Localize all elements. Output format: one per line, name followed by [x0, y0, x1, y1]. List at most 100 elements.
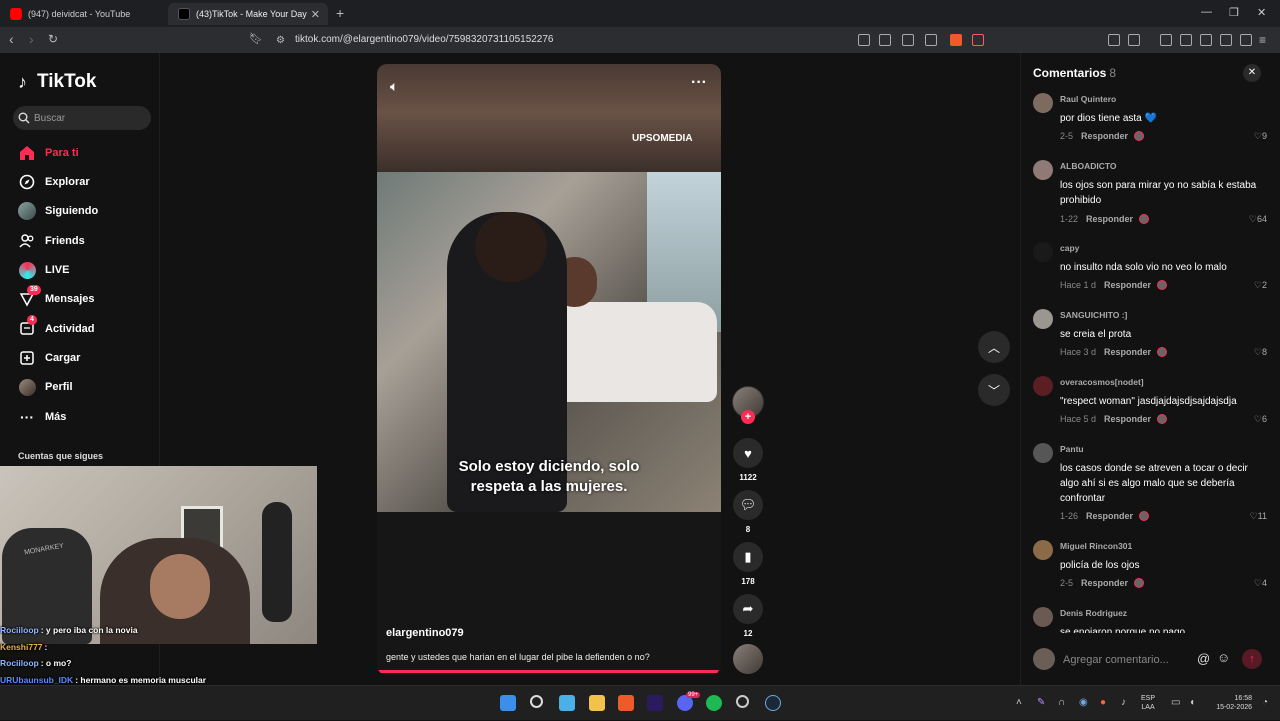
- comment-like-button[interactable]: ♡9: [1254, 131, 1267, 142]
- sidebar-item-explorar[interactable]: Explorar: [18, 171, 90, 193]
- brave-browser-icon[interactable]: [618, 695, 634, 711]
- comment-input[interactable]: [1063, 647, 1193, 673]
- search-icon[interactable]: [530, 695, 543, 708]
- tab-tiktok[interactable]: (43)TikTok - Make Your Day ✕: [168, 3, 328, 25]
- emoji-icon[interactable]: ☺: [1217, 650, 1230, 665]
- more-options-icon[interactable]: ···: [691, 74, 707, 92]
- comment-author[interactable]: Raul Quintero: [1060, 94, 1116, 104]
- network-icon[interactable]: ▭: [1171, 697, 1180, 708]
- tab-youtube[interactable]: (947) deividcat - YouTube: [0, 3, 168, 25]
- sidebar-item-mensajes[interactable]: 39 Mensajes: [18, 288, 95, 310]
- pen-icon[interactable]: ✎: [1037, 697, 1045, 708]
- sidebar-item-siguiendo[interactable]: Siguiendo: [18, 200, 98, 222]
- obs-icon[interactable]: ●: [1100, 697, 1106, 708]
- rewards-icon[interactable]: [972, 34, 984, 46]
- reply-button[interactable]: Responder: [1081, 131, 1128, 141]
- new-tab-button[interactable]: +: [336, 5, 344, 21]
- reply-button[interactable]: Responder: [1081, 578, 1128, 588]
- reply-button[interactable]: Responder: [1104, 280, 1151, 290]
- reply-button[interactable]: Responder: [1104, 347, 1151, 357]
- avatar[interactable]: [1033, 607, 1053, 627]
- avatar[interactable]: [1033, 309, 1053, 329]
- forward-icon[interactable]: ›: [29, 32, 34, 46]
- comment-author[interactable]: Miguel Rincon301: [1060, 541, 1132, 551]
- reply-button[interactable]: Responder: [1104, 414, 1151, 424]
- avatar[interactable]: [1033, 242, 1053, 262]
- volume-icon[interactable]: ◖: [1189, 697, 1195, 708]
- comment-like-button[interactable]: ♡4: [1254, 578, 1267, 589]
- sidebar-toggle-icon[interactable]: [1180, 34, 1192, 46]
- comment-like-button[interactable]: ♡11: [1250, 511, 1267, 522]
- screenshot-icon[interactable]: [902, 34, 914, 46]
- search-bar[interactable]: [13, 106, 151, 130]
- reader-icon[interactable]: [879, 34, 891, 46]
- comment-author[interactable]: Denis Rodriguez: [1060, 608, 1127, 618]
- maximize-button[interactable]: ❐: [1229, 6, 1239, 19]
- comment-button[interactable]: 💬︎ 8: [731, 490, 765, 534]
- avatar[interactable]: [1033, 443, 1053, 463]
- windows-start-icon[interactable]: [500, 695, 516, 711]
- steam-tray-icon[interactable]: ◉: [1079, 697, 1088, 708]
- mention-icon[interactable]: @: [1197, 651, 1210, 666]
- tiktok-logo[interactable]: ♪ TikTok: [18, 71, 96, 93]
- previous-video-button[interactable]: ︿: [978, 331, 1010, 363]
- extensions-icon[interactable]: [1108, 34, 1120, 46]
- bookmark-icon[interactable]: 🔖︎: [249, 32, 263, 46]
- address-bar[interactable]: tiktok.com/@elargentino079/video/7598320…: [295, 34, 554, 45]
- comment-author[interactable]: overacosmos[nodet]: [1060, 377, 1144, 387]
- comment-like-button[interactable]: ♡64: [1249, 214, 1267, 225]
- sidebar-item-cargar[interactable]: Cargar: [18, 347, 80, 369]
- volume-icon[interactable]: 🔈︎: [390, 78, 398, 95]
- share-button[interactable]: ➦ 12: [731, 594, 765, 638]
- follow-plus-icon[interactable]: +: [741, 410, 755, 424]
- avatar[interactable]: [1033, 93, 1053, 113]
- menu-icon[interactable]: ≡: [1259, 33, 1266, 47]
- translate-icon[interactable]: [858, 34, 870, 46]
- headset-icon[interactable]: ∩: [1058, 697, 1065, 708]
- back-icon[interactable]: ‹: [9, 32, 14, 46]
- clock-app-icon[interactable]: [736, 695, 749, 708]
- save-button[interactable]: ▮ 178: [731, 542, 765, 586]
- clock[interactable]: 16:58 15-02-2026: [1212, 694, 1252, 712]
- vpn-icon[interactable]: [1240, 34, 1252, 46]
- comment-like-button[interactable]: ♡2: [1254, 280, 1267, 291]
- close-comments-button[interactable]: ✕: [1243, 64, 1261, 82]
- sidebar-item-actividad[interactable]: 4 Actividad: [18, 318, 95, 340]
- brave-shield-icon[interactable]: [950, 34, 962, 46]
- language-indicator[interactable]: ESP LAA: [1141, 694, 1155, 712]
- video-player[interactable]: UPSOMEDIA Solo estoy diciendo, solo resp…: [377, 64, 721, 675]
- next-video-button[interactable]: ﹀: [978, 374, 1010, 406]
- comment-author[interactable]: capy: [1060, 243, 1079, 253]
- close-window-button[interactable]: ✕: [1257, 6, 1266, 19]
- site-info-icon[interactable]: ⚙: [276, 34, 285, 48]
- spotify-icon[interactable]: [706, 695, 722, 711]
- leo-ai-icon[interactable]: [1220, 34, 1232, 46]
- comment-author[interactable]: SANGUICHITO :]: [1060, 310, 1127, 320]
- comment-like-button[interactable]: ♡8: [1254, 347, 1267, 358]
- wallet-icon[interactable]: [1200, 34, 1212, 46]
- file-explorer-icon[interactable]: [589, 695, 605, 711]
- video-progress-bar[interactable]: [377, 670, 721, 673]
- music-icon[interactable]: [1160, 34, 1172, 46]
- chevron-up-icon[interactable]: ˄: [1016, 697, 1022, 708]
- avatar[interactable]: [1033, 376, 1053, 396]
- tab-search-icon[interactable]: [1128, 34, 1140, 46]
- like-button[interactable]: ♥ 1122: [731, 438, 765, 482]
- comment-author[interactable]: Pantu: [1060, 444, 1084, 454]
- steam-icon[interactable]: [765, 695, 781, 711]
- search-input[interactable]: [34, 113, 144, 124]
- photos-icon[interactable]: [559, 695, 575, 711]
- sound-disc[interactable]: [731, 644, 765, 674]
- avatar[interactable]: [1033, 540, 1053, 560]
- premiere-icon[interactable]: [647, 695, 663, 711]
- sidebar-item-perfil[interactable]: Perfil: [18, 376, 73, 398]
- avatar[interactable]: [1033, 160, 1053, 180]
- sidebar-item-mas[interactable]: ··· Más: [18, 406, 66, 428]
- reply-button[interactable]: Responder: [1086, 511, 1133, 521]
- microphone-icon[interactable]: ♪: [1121, 697, 1126, 708]
- reload-icon[interactable]: ↻: [48, 32, 58, 46]
- send-comment-button[interactable]: ↑: [1242, 649, 1262, 669]
- comment-author[interactable]: ALBOADICTO: [1060, 161, 1117, 171]
- sidebar-item-para-ti[interactable]: Para ti: [18, 142, 79, 164]
- comment-like-button[interactable]: ♡6: [1254, 414, 1267, 425]
